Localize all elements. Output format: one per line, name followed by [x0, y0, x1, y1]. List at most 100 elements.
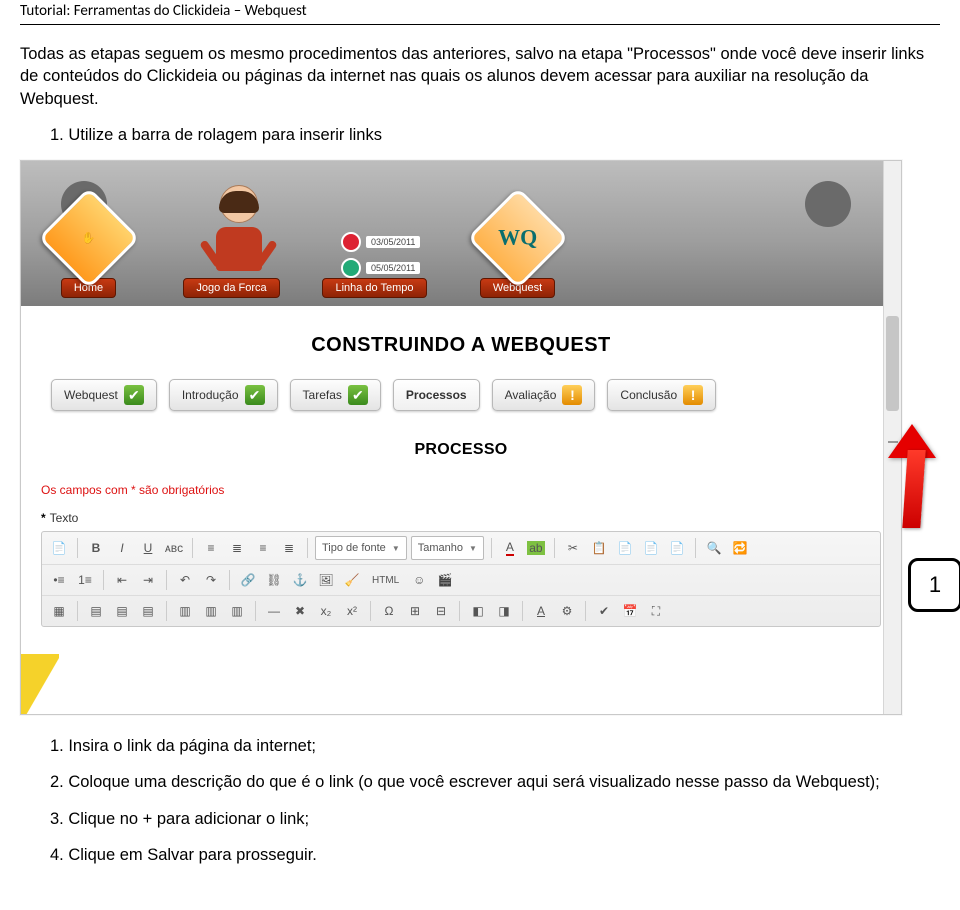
redo-button[interactable]: ↷	[200, 569, 222, 591]
align-right-button[interactable]: ≡	[252, 537, 274, 559]
footer-step-3: 3. Clique no + para adicionar o link;	[50, 808, 940, 830]
row-before-button[interactable]: ▤	[85, 600, 107, 622]
check-icon: ✔	[245, 385, 265, 405]
delete-row-button[interactable]: ▤	[137, 600, 159, 622]
row-after-button[interactable]: ▤	[111, 600, 133, 622]
image-button[interactable]: 🖼	[315, 569, 337, 591]
highlight-button[interactable]: ab	[525, 537, 547, 559]
font-color-button[interactable]: A	[499, 537, 521, 559]
charmap-button[interactable]: Ω	[378, 600, 400, 622]
tab-introducao[interactable]: Introdução ✔	[169, 379, 278, 411]
sup-button[interactable]: x²	[341, 600, 363, 622]
callout-number-1: 1	[908, 558, 960, 612]
copy-button[interactable]: 📋	[588, 537, 610, 559]
date-1: 03/05/2011	[366, 236, 420, 248]
find-button[interactable]: 🔍	[703, 537, 725, 559]
builder-panel: CONSTRUINDO A WEBQUEST Webquest ✔ Introd…	[21, 306, 901, 714]
sub-button[interactable]: x₂	[315, 600, 337, 622]
tab-webquest[interactable]: Webquest ✔	[51, 379, 157, 411]
html-button[interactable]: HTML	[367, 569, 404, 591]
app-banner: ✋ Home Jogo da Forca 03/05/2011 05/05/20…	[21, 161, 901, 306]
date-2: 05/05/2011	[366, 262, 420, 274]
cut-button[interactable]: ✂	[562, 537, 584, 559]
align-center-button[interactable]: ≣	[226, 537, 248, 559]
outdent-button[interactable]: ⇤	[111, 569, 133, 591]
nav-home[interactable]: ✋ Home	[31, 202, 146, 298]
step-1-text: 1. Utilize a barra de rolagem para inser…	[50, 124, 940, 146]
replace-button[interactable]: 🔁	[729, 537, 751, 559]
list-number-button[interactable]: 1≡	[74, 569, 96, 591]
col-before-button[interactable]: ▥	[174, 600, 196, 622]
list-bullet-button[interactable]: •≡	[48, 569, 70, 591]
cleanup-button[interactable]: 🧹	[341, 569, 363, 591]
scrollbar-thumb[interactable]	[886, 316, 899, 411]
tab-conclusao-label: Conclusão	[620, 388, 677, 402]
required-note: Os campos com * são obrigatórios	[41, 483, 881, 497]
bold-button[interactable]: B	[85, 537, 107, 559]
spell-button[interactable]: ✔	[593, 600, 615, 622]
page-header: Tutorial: Ferramentas do Clickideia – We…	[20, 0, 940, 25]
screenshot-container: ✋ Home Jogo da Forca 03/05/2011 05/05/20…	[20, 160, 938, 715]
underline-button[interactable]: U	[137, 537, 159, 559]
tab-conclusao[interactable]: Conclusão !	[607, 379, 716, 411]
avatar-illustration	[201, 195, 276, 290]
footer-step-2: 2. Coloque uma descrição do que é o link…	[50, 771, 940, 793]
arrow-stem	[902, 450, 925, 528]
tab-introducao-label: Introdução	[182, 388, 239, 402]
paste-button[interactable]: 📄	[614, 537, 636, 559]
layer-button[interactable]: ◧	[467, 600, 489, 622]
align-left-button[interactable]: ≡	[200, 537, 222, 559]
screenshot-scrollbar[interactable]	[883, 161, 901, 714]
builder-title: CONSTRUINDO A WEBQUEST	[41, 334, 881, 357]
table-button[interactable]: ▦	[48, 600, 70, 622]
align-justify-button[interactable]: ≣	[278, 537, 300, 559]
splitcell-button[interactable]: ⊞	[404, 600, 426, 622]
delete-col-button[interactable]: ▥	[226, 600, 248, 622]
nav-webquest[interactable]: WQ Webquest	[460, 202, 575, 298]
remove-format-button[interactable]: ✖	[289, 600, 311, 622]
tab-avaliacao[interactable]: Avaliação !	[492, 379, 596, 411]
font-family-select[interactable]: Tipo de fonte▼	[315, 536, 407, 560]
col-after-button[interactable]: ▥	[200, 600, 222, 622]
anchor-button[interactable]: ⚓	[289, 569, 311, 591]
tab-tarefas[interactable]: Tarefas ✔	[290, 379, 381, 411]
step-tabs: Webquest ✔ Introdução ✔ Tarefas ✔ Proces…	[41, 379, 881, 411]
paste-word-button[interactable]: 📄	[666, 537, 688, 559]
date-button[interactable]: 📅	[619, 600, 641, 622]
italic-button[interactable]: I	[111, 537, 133, 559]
fullscreen-button[interactable]: ⛶	[645, 600, 667, 622]
abs-button[interactable]: ◨	[493, 600, 515, 622]
tab-tarefas-label: Tarefas	[303, 388, 342, 402]
media-button[interactable]: 🎬	[434, 569, 456, 591]
warn-icon: !	[683, 385, 703, 405]
styleprops-button[interactable]: ⚙	[556, 600, 578, 622]
paste-text-button[interactable]: 📄	[640, 537, 662, 559]
intro-paragraph: Todas as etapas seguem os mesmo procedim…	[20, 43, 940, 110]
undo-button[interactable]: ↶	[174, 569, 196, 591]
chevron-down-icon: ▼	[469, 544, 477, 553]
footer-step-4: 4. Clique em Salvar para prosseguir.	[50, 844, 940, 866]
tab-processos-label: Processos	[406, 388, 467, 402]
emoticon-button[interactable]: ☺	[408, 569, 430, 591]
field-label-texto: *Texto	[41, 511, 881, 525]
section-title: PROCESSO	[41, 441, 881, 459]
new-doc-button[interactable]: 📄	[48, 537, 70, 559]
unlink-button[interactable]: ⛓	[263, 569, 285, 591]
check-icon: ✔	[124, 385, 144, 405]
link-button[interactable]: 🔗	[237, 569, 259, 591]
tab-processos[interactable]: Processos	[393, 379, 480, 411]
font-size-select[interactable]: Tamanho▼	[411, 536, 484, 560]
tab-avaliacao-label: Avaliação	[505, 388, 557, 402]
tab-webquest-label: Webquest	[64, 388, 118, 402]
yellow-corner-decor	[21, 654, 59, 714]
footer-step-1: 1. Insira o link da página da internet;	[50, 735, 940, 757]
font-family-label: Tipo de fonte	[322, 542, 386, 554]
scroll-marker	[888, 441, 898, 443]
attr-button[interactable]: A	[530, 600, 552, 622]
hr-button[interactable]: —	[263, 600, 285, 622]
mergecell-button[interactable]: ⊟	[430, 600, 452, 622]
indent-button[interactable]: ⇥	[137, 569, 159, 591]
hand-icon: ✋	[82, 232, 96, 245]
wq-logo-icon: WQ	[498, 225, 537, 251]
strike-button[interactable]: ᴀʙᴄ	[163, 537, 185, 559]
